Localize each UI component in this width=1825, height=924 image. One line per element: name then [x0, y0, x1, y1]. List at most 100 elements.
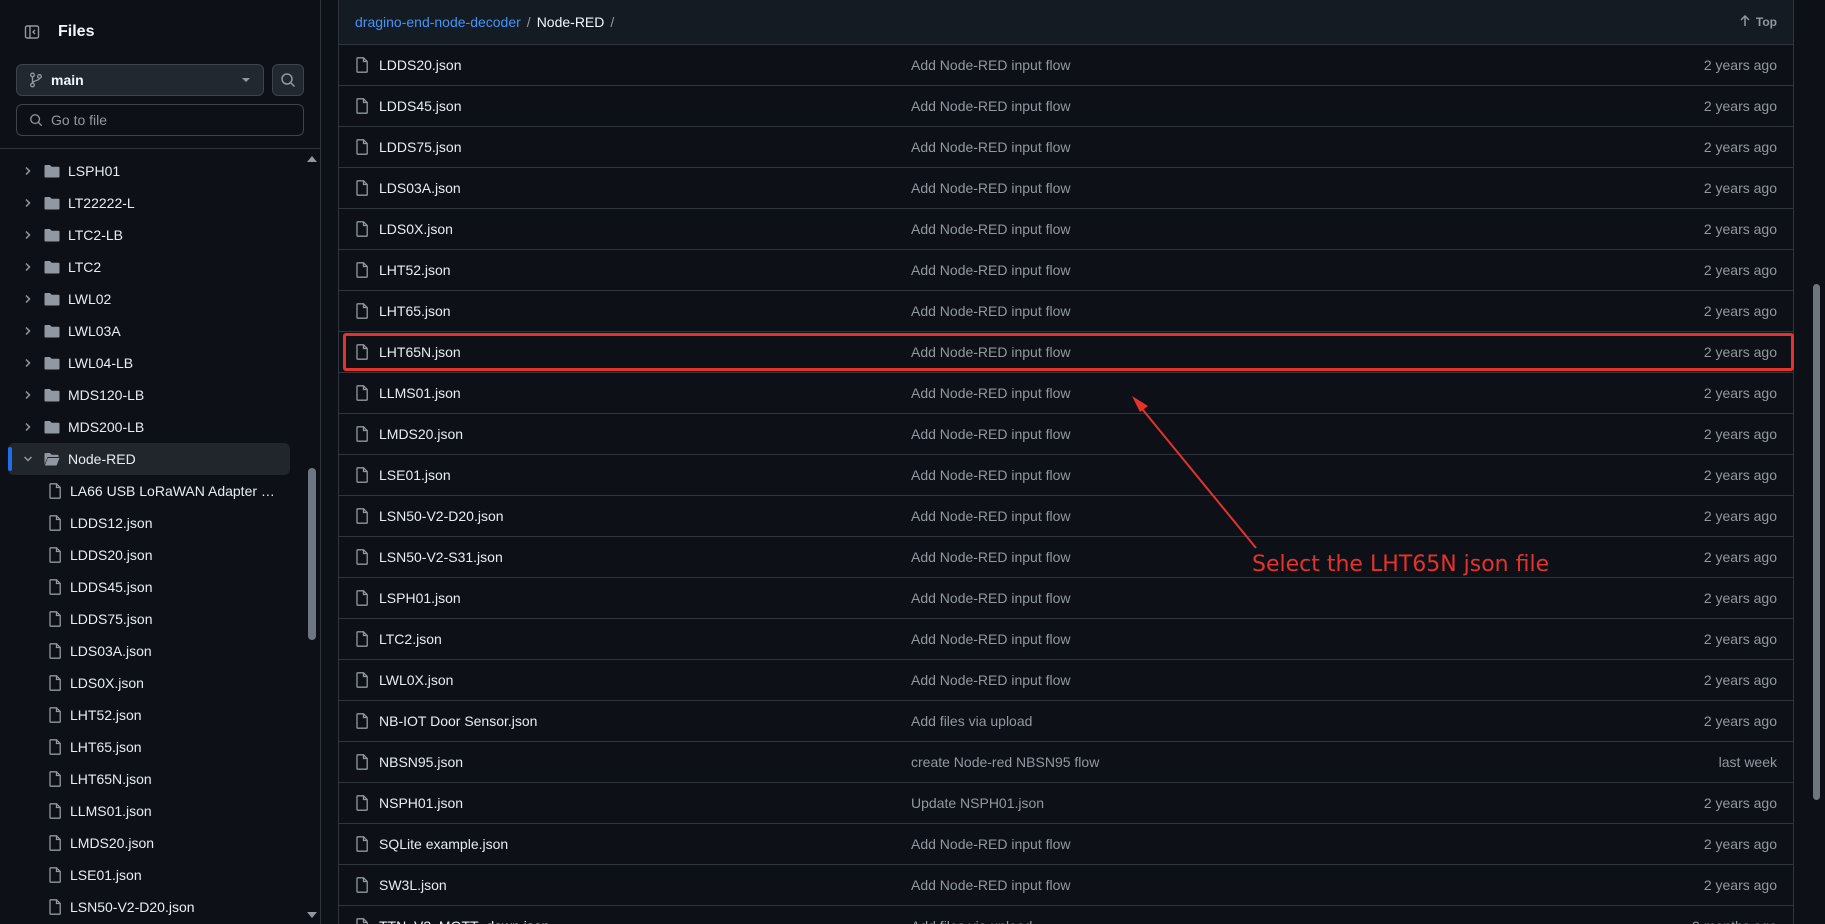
table-row[interactable]: NBSN95.json create Node-red NBSN95 flow la… — [339, 742, 1793, 783]
tree-folder-ltc2[interactable]: LTC2 — [8, 251, 290, 283]
tree-file[interactable]: LMDS20.json — [8, 827, 290, 859]
file-name-link[interactable]: LSE01.json — [379, 467, 451, 483]
commit-message-link[interactable]: Add Node-RED input flow — [911, 836, 1704, 852]
tree-folder-mds200-lb[interactable]: MDS200-LB — [8, 411, 290, 443]
tree-file[interactable]: LDDS12.json — [8, 507, 290, 539]
commit-message-link[interactable]: Add Node-RED input flow — [911, 139, 1704, 155]
table-row[interactable]: LSPH01.json Add Node-RED input flow 2 year… — [339, 578, 1793, 619]
commit-message-link[interactable]: Add Node-RED input flow — [911, 303, 1704, 319]
file-name-link[interactable]: LHT65.json — [379, 303, 451, 319]
table-row[interactable]: LHT52.json Add Node-RED input flow 2 years… — [339, 250, 1793, 291]
commit-message-link[interactable]: Add Node-RED input flow — [911, 508, 1704, 524]
tree-file[interactable]: LDS03A.json — [8, 635, 290, 667]
file-name-link[interactable]: LDS03A.json — [379, 180, 461, 196]
tree-folder-node-red[interactable]: Node-RED — [8, 443, 290, 475]
commit-message-link[interactable]: Add Node-RED input flow — [911, 672, 1704, 688]
table-row[interactable]: SW3L.json Add Node-RED input flow 2 years … — [339, 865, 1793, 906]
file-name-link[interactable]: NBSN95.json — [379, 754, 463, 770]
scrollbar-thumb[interactable] — [1813, 284, 1820, 800]
table-row[interactable]: LDDS45.json Add Node-RED input flow 2 year… — [339, 86, 1793, 127]
tree-file[interactable]: LDDS45.json — [8, 571, 290, 603]
table-row[interactable]: LSN50-V2-S31.json Add Node-RED input flow… — [339, 537, 1793, 578]
file-name-link[interactable]: LDDS75.json — [379, 139, 462, 155]
commit-message-link[interactable]: Add Node-RED input flow — [911, 344, 1704, 360]
tree-folder-lwl03a[interactable]: LWL03A — [8, 315, 290, 347]
table-row[interactable]: LMDS20.json Add Node-RED input flow 2 year… — [339, 414, 1793, 455]
commit-message-link[interactable]: Add Node-RED input flow — [911, 221, 1704, 237]
file-name-link[interactable]: TTN_V3_MQTT_down.json — [379, 918, 549, 924]
table-row[interactable]: LHT65.json Add Node-RED input flow 2 years… — [339, 291, 1793, 332]
scroll-down-icon[interactable] — [307, 912, 317, 918]
commit-message-link[interactable]: Add Node-RED input flow — [911, 877, 1704, 893]
commit-message-link[interactable]: Add Node-RED input flow — [911, 385, 1704, 401]
commit-message-link[interactable]: Add Node-RED input flow — [911, 262, 1704, 278]
file-name-link[interactable]: LHT52.json — [379, 262, 451, 278]
commit-message-link[interactable]: Add Node-RED input flow — [911, 467, 1704, 483]
file-name-link[interactable]: LWL0X.json — [379, 672, 453, 688]
file-name-link[interactable]: LHT65N.json — [379, 344, 461, 360]
tree-folder-lwl02[interactable]: LWL02 — [8, 283, 290, 315]
tree-file[interactable]: LHT52.json — [8, 699, 290, 731]
table-row[interactable]: LDS0X.json Add Node-RED input flow 2 years… — [339, 209, 1793, 250]
table-row[interactable]: LSE01.json Add Node-RED input flow 2 years… — [339, 455, 1793, 496]
tree-file[interactable]: LHT65N.json — [8, 763, 290, 795]
file-name-link[interactable]: LMDS20.json — [379, 426, 463, 442]
table-row[interactable]: LLMS01.json Add Node-RED input flow 2 year… — [339, 373, 1793, 414]
table-row[interactable]: SQLite example.json Add Node-RED input fl… — [339, 824, 1793, 865]
table-row[interactable]: LSN50-V2-D20.json Add Node-RED input flow… — [339, 496, 1793, 537]
table-row[interactable]: TTN_V3_MQTT_down.json Add files via uploa… — [339, 906, 1793, 924]
table-row[interactable]: NB-IOT Door Sensor.json Add files via upl… — [339, 701, 1793, 742]
go-to-file-input[interactable] — [51, 112, 271, 128]
breadcrumb-repo-link[interactable]: dragino-end-node-decoder — [355, 14, 521, 30]
tree-file[interactable]: LLMS01.json — [8, 795, 290, 827]
tree-folder-lt22222-l[interactable]: LT22222-L — [8, 187, 290, 219]
file-name-link[interactable]: LSN50-V2-D20.json — [379, 508, 504, 524]
file-name-link[interactable]: SW3L.json — [379, 877, 447, 893]
file-name-link[interactable]: SQLite example.json — [379, 836, 508, 852]
table-row[interactable]: LTC2.json Add Node-RED input flow 2 years … — [339, 619, 1793, 660]
tree-file[interactable]: LSE01.json — [8, 859, 290, 891]
commit-message-link[interactable]: Add Node-RED input flow — [911, 590, 1704, 606]
file-name-link[interactable]: LLMS01.json — [379, 385, 461, 401]
sidebar-scrollbar[interactable] — [304, 148, 320, 924]
file-name-link[interactable]: LTC2.json — [379, 631, 442, 647]
commit-message-link[interactable]: Add Node-RED input flow — [911, 180, 1704, 196]
tree-file[interactable]: LHT65.json — [8, 731, 290, 763]
top-button[interactable]: Top — [1740, 14, 1777, 30]
commit-message-link[interactable]: Update NSPH01.json — [911, 795, 1704, 811]
commit-message-link[interactable]: Add Node-RED input flow — [911, 57, 1704, 73]
tree-folder-lsph01[interactable]: LSPH01 — [8, 155, 290, 187]
file-name-link[interactable]: NSPH01.json — [379, 795, 463, 811]
tree-folder-ltc2-lb[interactable]: LTC2-LB — [8, 219, 290, 251]
tree-file[interactable]: LA66 USB LoRaWAN Adapter an... — [8, 475, 290, 507]
scrollbar-thumb[interactable] — [308, 468, 316, 640]
table-row[interactable]: LDDS75.json Add Node-RED input flow 2 year… — [339, 127, 1793, 168]
commit-message-link[interactable]: Add Node-RED input flow — [911, 426, 1704, 442]
table-row[interactable]: LDDS20.json Add Node-RED input flow 2 year… — [339, 45, 1793, 86]
tree-folder-mds120-lb[interactable]: MDS120-LB — [8, 379, 290, 411]
file-name-link[interactable]: NB-IOT Door Sensor.json — [379, 713, 537, 729]
file-name-link[interactable]: LDDS45.json — [379, 98, 462, 114]
commit-message-link[interactable]: Add files via upload — [911, 713, 1704, 729]
commit-message-link[interactable]: create Node-red NBSN95 flow — [911, 754, 1719, 770]
table-row-highlighted[interactable]: LHT65N.json Add Node-RED input flow 2 year… — [339, 332, 1794, 373]
go-to-file-box[interactable] — [16, 104, 304, 136]
commit-message-link[interactable]: Add files via upload — [911, 918, 1692, 924]
commit-message-link[interactable]: Add Node-RED input flow — [911, 631, 1704, 647]
tree-file[interactable]: LDDS75.json — [8, 603, 290, 635]
commit-message-link[interactable]: Add Node-RED input flow — [911, 98, 1704, 114]
file-name-link[interactable]: LDDS20.json — [379, 57, 462, 73]
table-row[interactable]: LWL0X.json Add Node-RED input flow 2 years… — [339, 660, 1793, 701]
search-files-button[interactable] — [272, 64, 304, 96]
table-row[interactable]: LDS03A.json Add Node-RED input flow 2 year… — [339, 168, 1793, 209]
collapse-sidebar-button[interactable] — [16, 16, 48, 48]
file-name-link[interactable]: LDS0X.json — [379, 221, 453, 237]
scroll-up-icon[interactable] — [307, 156, 317, 162]
tree-file[interactable]: LDDS20.json — [8, 539, 290, 571]
file-name-link[interactable]: LSPH01.json — [379, 590, 461, 606]
table-row[interactable]: NSPH01.json Update NSPH01.json 2 years ago — [339, 783, 1793, 824]
page-scrollbar[interactable] — [1808, 0, 1825, 924]
tree-folder-lwl04-lb[interactable]: LWL04-LB — [8, 347, 290, 379]
file-name-link[interactable]: LSN50-V2-S31.json — [379, 549, 503, 565]
tree-file[interactable]: LDS0X.json — [8, 667, 290, 699]
